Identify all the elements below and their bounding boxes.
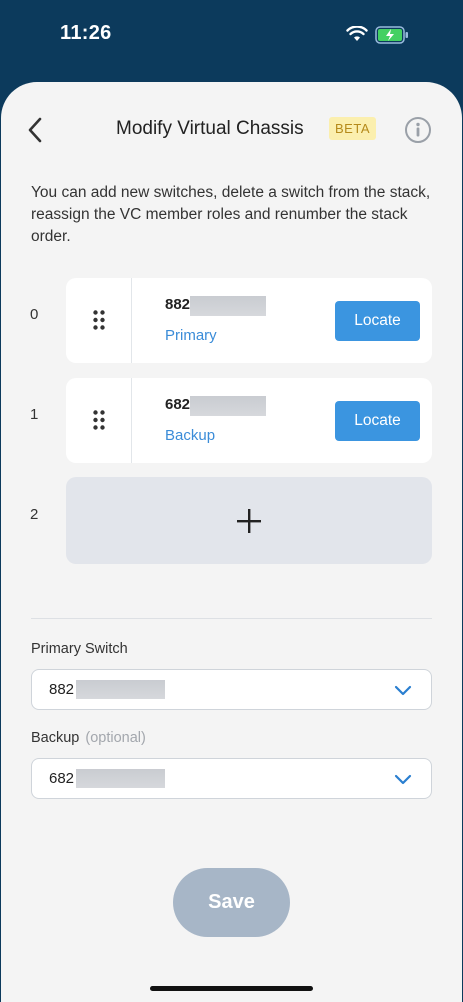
drag-handle-icon[interactable] <box>93 310 105 335</box>
drag-handle-icon[interactable] <box>93 410 105 435</box>
locate-button[interactable]: Locate <box>335 301 420 341</box>
redacted-serial <box>76 769 165 788</box>
row-index: 1 <box>30 406 39 423</box>
redacted-serial <box>190 296 266 316</box>
backup-label: Backup (optional) <box>31 730 146 746</box>
backup-label-text: Backup <box>31 730 80 746</box>
member-card-primary: 882 Primary Locate <box>66 278 432 363</box>
battery-charging-icon <box>375 26 409 49</box>
page-title: Modify Virtual Chassis <box>116 118 304 139</box>
home-indicator <box>150 986 313 991</box>
row-index: 2 <box>30 506 39 523</box>
beta-badge: BETA <box>329 117 376 140</box>
status-bar: 11:26 <box>0 0 463 80</box>
add-switch-button[interactable] <box>66 477 432 564</box>
member-card-backup: 682 Backup Locate <box>66 378 432 463</box>
plus-icon[interactable] <box>236 508 262 539</box>
row-index: 0 <box>30 306 39 323</box>
redacted-serial <box>190 396 266 416</box>
locate-button[interactable]: Locate <box>335 401 420 441</box>
primary-switch-label: Primary Switch <box>31 641 128 657</box>
chevron-down-icon[interactable] <box>394 684 412 702</box>
member-role: Backup <box>165 427 216 444</box>
redacted-serial <box>76 680 165 699</box>
member-role: Primary <box>165 327 217 344</box>
drag-handle[interactable] <box>66 278 132 363</box>
select-value: 882 <box>49 681 75 698</box>
back-icon[interactable] <box>26 117 46 143</box>
member-serial: 882 <box>165 296 191 313</box>
optional-hint: (optional) <box>85 730 146 746</box>
divider <box>31 618 432 619</box>
info-icon[interactable] <box>404 116 432 149</box>
backup-switch-select[interactable]: 682 <box>31 758 432 799</box>
select-value: 682 <box>49 770 75 787</box>
drag-handle[interactable] <box>66 378 132 463</box>
primary-switch-select[interactable]: 882 <box>31 669 432 710</box>
wifi-icon <box>346 25 368 47</box>
description: You can add new switches, delete a switc… <box>31 184 431 245</box>
status-time: 11:26 <box>60 22 112 44</box>
save-button[interactable]: Save <box>173 868 290 937</box>
member-serial: 682 <box>165 396 191 413</box>
chevron-down-icon[interactable] <box>394 773 412 791</box>
